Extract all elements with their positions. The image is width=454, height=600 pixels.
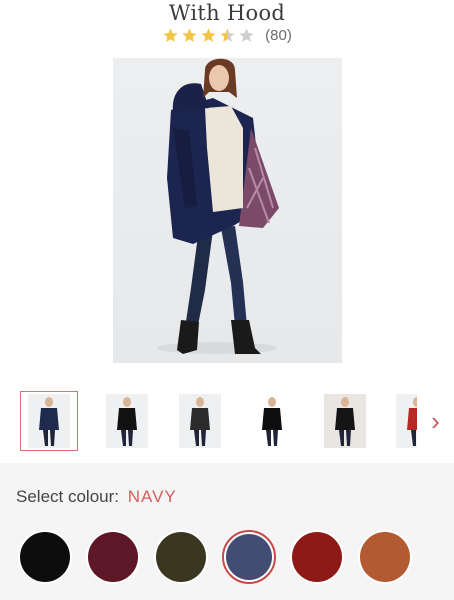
swatch-fill — [292, 532, 342, 582]
star-full-icon — [182, 28, 197, 42]
swatch-fill — [20, 532, 70, 582]
star-full-icon — [201, 28, 216, 42]
selected-colour-value: NAVY — [127, 487, 177, 506]
swatch-fill — [360, 532, 410, 582]
next-thumbnails-button[interactable]: › — [417, 391, 454, 451]
swatch-fill — [156, 532, 206, 582]
colour-swatch-5[interactable] — [290, 530, 344, 584]
colour-swatch-4[interactable] — [222, 530, 276, 584]
product-title: With Hood — [168, 1, 286, 25]
thumbnail-image — [251, 394, 293, 448]
review-count[interactable]: (80) — [265, 27, 292, 44]
chevron-right-icon: › — [431, 405, 440, 436]
star-empty-icon — [239, 28, 254, 42]
swatch-fill — [88, 532, 138, 582]
rating-row[interactable]: (80) — [0, 27, 454, 44]
star-full-icon — [163, 28, 178, 42]
thumbnail-image — [324, 394, 366, 448]
thumbnail-4[interactable] — [243, 391, 301, 451]
thumbnail-3[interactable] — [171, 391, 229, 451]
colour-selector: Select colour: NAVY — [0, 463, 454, 600]
model-in-navy-coat-image — [157, 58, 279, 354]
colour-label-row: Select colour: NAVY — [16, 487, 177, 507]
thumbnail-5[interactable] — [316, 391, 374, 451]
colour-swatch-1[interactable] — [18, 530, 72, 584]
star-half-icon — [220, 28, 235, 42]
thumbnail-image — [106, 394, 148, 448]
thumbnail-1[interactable] — [20, 391, 78, 451]
main-product-image[interactable] — [113, 58, 342, 363]
thumbnail-image — [28, 394, 70, 448]
colour-swatch-2[interactable] — [86, 530, 140, 584]
colour-swatch-6[interactable] — [358, 530, 412, 584]
colour-swatch-3[interactable] — [154, 530, 208, 584]
swatch-fill — [226, 534, 272, 580]
thumbnail-2[interactable] — [98, 391, 156, 451]
select-colour-label: Select colour: — [16, 487, 119, 506]
star-rating — [162, 27, 255, 44]
thumbnail-image — [179, 394, 221, 448]
thumbnail-strip — [20, 391, 454, 451]
